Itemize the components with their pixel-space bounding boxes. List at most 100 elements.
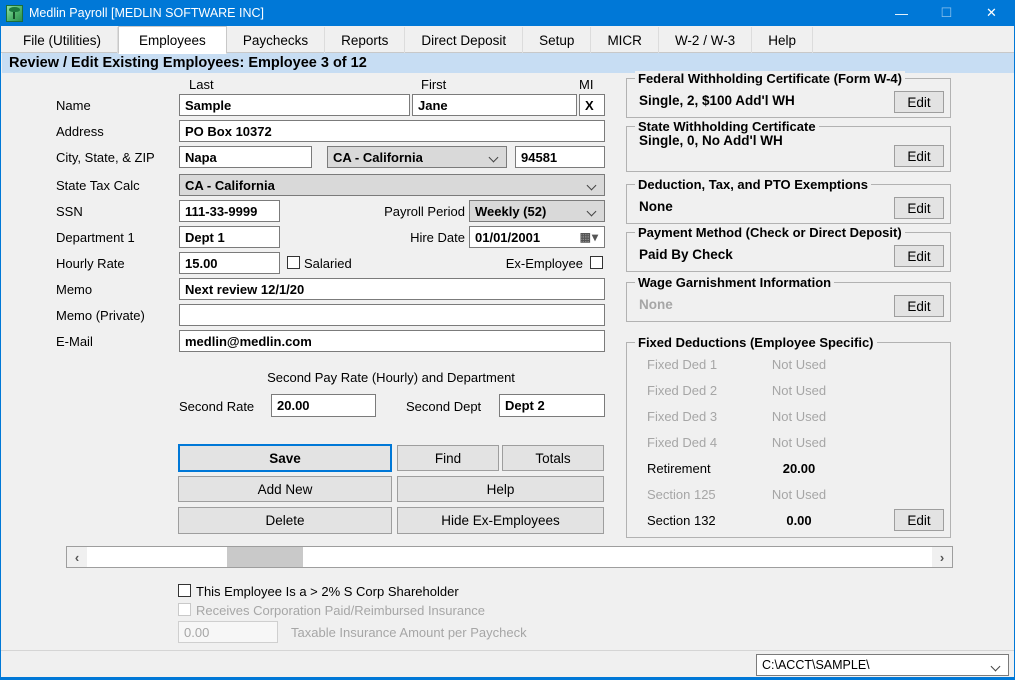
federal-withholding-edit-button[interactable]: Edit [894, 91, 944, 113]
section-125-label: Section 125 [647, 487, 716, 502]
middle-initial-field[interactable]: X [579, 94, 605, 116]
city-state-zip-label: City, State, & ZIP [56, 150, 155, 165]
second-dept-field[interactable]: Dept 2 [499, 394, 605, 417]
payment-method-value: Paid By Check [639, 247, 733, 262]
payment-method-panel: Payment Method (Check or Direct Deposit)… [626, 232, 951, 272]
email-label: E-Mail [56, 334, 93, 349]
tab-direct-deposit[interactable]: Direct Deposit [405, 27, 523, 53]
scroll-left-icon[interactable]: ‹ [67, 547, 87, 567]
ssn-label: SSN [56, 204, 83, 219]
hourly-rate-field[interactable]: 15.00 [179, 252, 280, 274]
address-field[interactable]: PO Box 10372 [179, 120, 605, 142]
corp-insurance-label: Receives Corporation Paid/Reimbursed Ins… [196, 603, 485, 618]
fixed-deductions-panel: Fixed Deductions (Employee Specific) Fix… [626, 342, 951, 538]
section-132-label: Section 132 [647, 513, 716, 528]
memo-private-label: Memo (Private) [56, 308, 145, 323]
help-button[interactable]: Help [397, 476, 604, 502]
wage-garnishment-edit-button[interactable]: Edit [894, 295, 944, 317]
chevron-down-icon [991, 662, 1001, 672]
salaried-checkbox[interactable] [287, 256, 300, 269]
section-125-value: Not Used [755, 487, 843, 502]
hire-date-value: 01/01/2001 [475, 230, 540, 245]
employee-scrollbar[interactable]: ‹ › [66, 546, 953, 568]
app-icon [6, 5, 23, 22]
fixed-deductions-edit-button[interactable]: Edit [894, 509, 944, 531]
hire-date-field[interactable]: 01/01/2001 ▦▾ [469, 226, 605, 248]
page-header: Review / Edit Existing Employees: Employ… [2, 53, 1014, 73]
totals-button[interactable]: Totals [502, 445, 604, 471]
app-window: Medlin Payroll [MEDLIN SOFTWARE INC] — ☐… [0, 0, 1015, 680]
taxable-insurance-amount-label: Taxable Insurance Amount per Paycheck [291, 625, 527, 640]
exemptions-edit-button[interactable]: Edit [894, 197, 944, 219]
second-pay-heading: Second Pay Rate (Hourly) and Department [241, 370, 541, 385]
email-field[interactable]: medlin@medlin.com [179, 330, 605, 352]
state-withholding-edit-button[interactable]: Edit [894, 145, 944, 167]
chevron-down-icon [587, 181, 597, 191]
hourly-rate-label: Hourly Rate [56, 256, 125, 271]
tab-help[interactable]: Help [752, 27, 813, 53]
tab-employees[interactable]: Employees [118, 26, 227, 54]
taxable-insurance-amount-field: 0.00 [178, 621, 278, 643]
federal-withholding-value: Single, 2, $100 Add'l WH [639, 93, 795, 108]
state-withholding-panel: State Withholding Certificate Single, 0,… [626, 126, 951, 172]
close-button[interactable]: ✕ [969, 0, 1014, 26]
zip-field[interactable]: 94581 [515, 146, 605, 168]
payroll-period-label: Payroll Period [331, 204, 465, 219]
s-corp-shareholder-checkbox[interactable] [178, 584, 191, 597]
second-rate-field[interactable]: 20.00 [271, 394, 376, 417]
status-bar: C:\ACCT\SAMPLE\ [1, 650, 1014, 677]
memo-private-field[interactable] [179, 304, 605, 326]
tab-micr[interactable]: MICR [591, 27, 659, 53]
title-bar: Medlin Payroll [MEDLIN SOFTWARE INC] — ☐… [1, 0, 1014, 26]
window-title: Medlin Payroll [MEDLIN SOFTWARE INC] [29, 6, 264, 20]
scrollbar-thumb[interactable] [227, 547, 303, 567]
data-path-value: C:\ACCT\SAMPLE\ [762, 658, 870, 672]
tab-w2-w3[interactable]: W-2 / W-3 [659, 27, 752, 53]
payroll-period-value: Weekly (52) [475, 204, 546, 219]
memo-field[interactable]: Next review 12/1/20 [179, 278, 605, 300]
address-label: Address [56, 124, 104, 139]
ssn-field[interactable]: 111-33-9999 [179, 200, 280, 222]
wage-garnishment-title: Wage Garnishment Information [635, 275, 834, 290]
hide-ex-employees-button[interactable]: Hide Ex-Employees [397, 507, 604, 534]
add-new-button[interactable]: Add New [178, 476, 392, 502]
wage-garnishment-value: None [639, 297, 673, 312]
fixed-ded-1-label: Fixed Ded 1 [647, 357, 717, 372]
exemptions-value: None [639, 199, 673, 214]
payment-method-edit-button[interactable]: Edit [894, 245, 944, 267]
fixed-ded-2-label: Fixed Ded 2 [647, 383, 717, 398]
fixed-ded-4-label: Fixed Ded 4 [647, 435, 717, 450]
tab-reports[interactable]: Reports [325, 27, 405, 53]
state-tax-calc-value: CA - California [185, 178, 275, 193]
scroll-right-icon[interactable]: › [932, 547, 952, 567]
delete-button[interactable]: Delete [178, 507, 392, 534]
state-dropdown[interactable]: CA - California [327, 146, 507, 168]
retirement-label: Retirement [647, 461, 711, 476]
state-withholding-title: State Withholding Certificate [635, 119, 819, 134]
last-column-header: Last [189, 77, 214, 92]
corp-insurance-checkbox [178, 603, 191, 616]
fixed-deductions-title: Fixed Deductions (Employee Specific) [635, 335, 877, 350]
tab-setup[interactable]: Setup [523, 27, 591, 53]
memo-label: Memo [56, 282, 92, 297]
save-button[interactable]: Save [178, 444, 392, 472]
ex-employee-checkbox[interactable] [590, 256, 603, 269]
maximize-button[interactable]: ☐ [924, 0, 969, 26]
tab-bar: File (Utilities) Employees Paychecks Rep… [1, 26, 1014, 53]
tab-paychecks[interactable]: Paychecks [227, 27, 325, 53]
city-field[interactable]: Napa [179, 146, 312, 168]
department-field[interactable]: Dept 1 [179, 226, 280, 248]
last-name-field[interactable]: Sample [179, 94, 410, 116]
find-button[interactable]: Find [397, 445, 499, 471]
data-path-dropdown[interactable]: C:\ACCT\SAMPLE\ [756, 654, 1009, 676]
second-rate-label: Second Rate [179, 399, 254, 414]
state-tax-calc-dropdown[interactable]: CA - California [179, 174, 605, 196]
first-name-field[interactable]: Jane [412, 94, 577, 116]
fixed-ded-4-value: Not Used [755, 435, 843, 450]
chevron-down-icon [489, 153, 499, 163]
tab-file-utilities[interactable]: File (Utilities) [7, 27, 118, 53]
minimize-button[interactable]: — [879, 0, 924, 26]
payroll-period-dropdown[interactable]: Weekly (52) [469, 200, 605, 222]
hire-date-label: Hire Date [331, 230, 465, 245]
calendar-icon[interactable]: ▦▾ [580, 230, 599, 244]
